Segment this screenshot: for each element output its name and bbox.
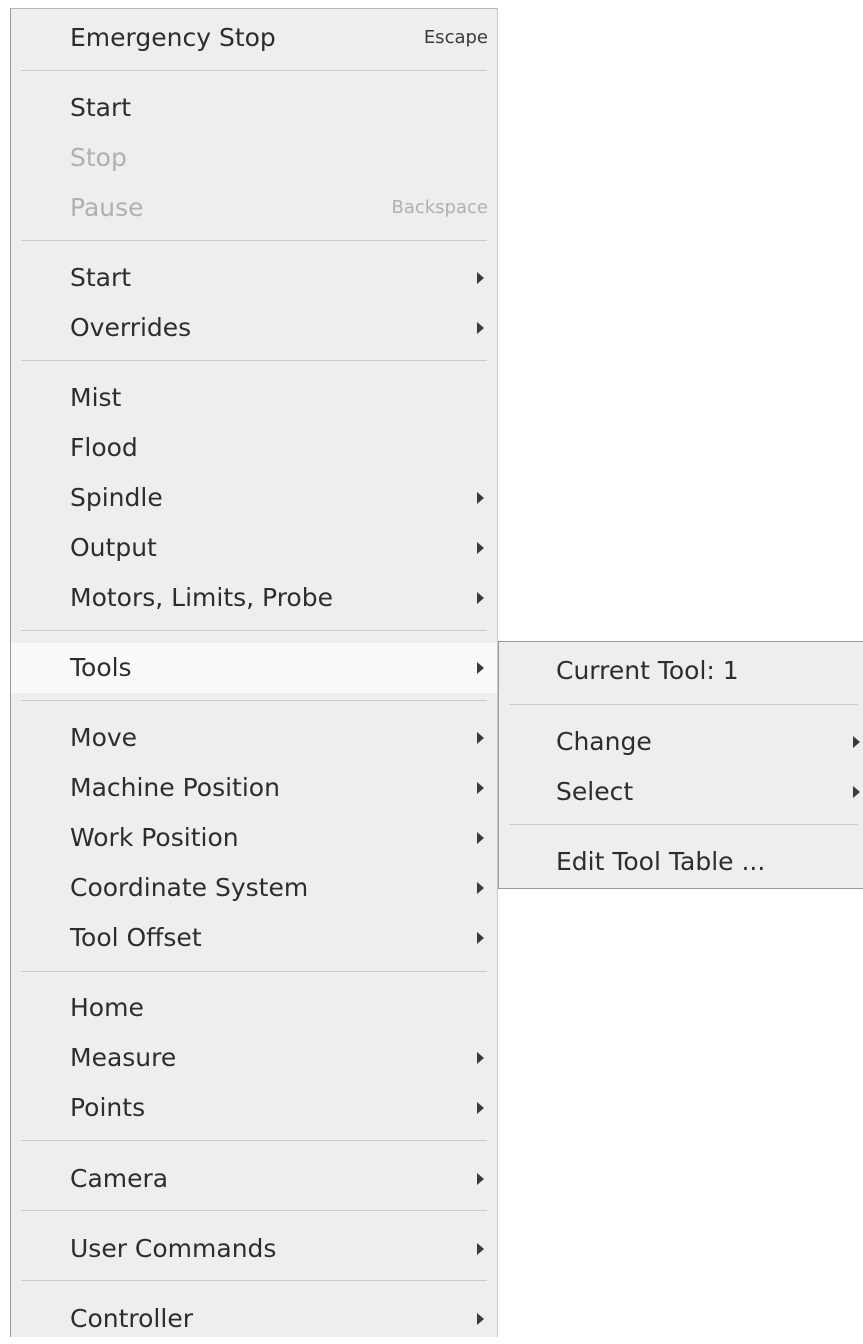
menu-item-mist[interactable]: Mist (11, 373, 497, 423)
menu-item-camera[interactable]: Camera (11, 1154, 497, 1204)
submenu-arrow-icon (477, 882, 484, 894)
menu-item-label: Points (70, 1093, 146, 1122)
menu-item-points[interactable]: Points (11, 1083, 497, 1133)
submenu-arrow-icon (477, 732, 484, 744)
shortcut-label: Escape (423, 27, 488, 48)
menu-separator (21, 70, 487, 71)
menu-item-label: Measure (70, 1043, 177, 1072)
menu-item-label: Start (70, 263, 132, 292)
menu-item-label: Pause (70, 193, 144, 222)
menu-item-coordinate-system[interactable]: Coordinate System (11, 863, 497, 913)
menu-item-label: Tools (70, 653, 132, 682)
menu-item-output[interactable]: Output (11, 523, 497, 573)
menu-separator (21, 360, 487, 361)
submenu-item-select[interactable]: Select (499, 767, 863, 817)
submenu-arrow-icon (477, 1243, 484, 1255)
submenu-arrow-icon (477, 782, 484, 794)
menu-item-tools[interactable]: Tools (11, 643, 497, 693)
submenu-arrow-icon (477, 542, 484, 554)
menu-item-move[interactable]: Move (11, 713, 497, 763)
menu-item-pause: Pause Backspace (11, 183, 497, 233)
menu-separator (21, 1210, 487, 1211)
menu-separator (21, 700, 487, 701)
menu-item-home[interactable]: Home (11, 983, 497, 1033)
submenu-arrow-icon (477, 1052, 484, 1064)
menu-item-label: Motors, Limits, Probe (70, 583, 333, 612)
menu-item-label: Flood (70, 433, 138, 462)
menu-separator (509, 704, 858, 705)
menu-item-overrides[interactable]: Overrides (11, 303, 497, 353)
menu-item-label: Work Position (70, 823, 239, 852)
menu-item-label: Move (70, 723, 138, 752)
submenu-arrow-icon (477, 1102, 484, 1114)
menu-separator (21, 630, 487, 631)
menu-item-label: Tool Offset (70, 923, 202, 952)
menu-item-label: Change (556, 727, 652, 756)
submenu-item-edit-tool-table[interactable]: Edit Tool Table ... (499, 837, 863, 887)
menu-item-label: Output (70, 533, 157, 562)
submenu-arrow-icon (477, 592, 484, 604)
menu-item-label: Current Tool: 1 (556, 656, 739, 685)
menu-item-label: Machine Position (70, 773, 280, 802)
submenu-arrow-icon (477, 1313, 484, 1325)
menu-separator (21, 971, 487, 972)
menu-item-spindle[interactable]: Spindle (11, 473, 497, 523)
context-menu: Emergency Stop Escape Start Stop Pause B… (10, 8, 498, 1337)
menu-separator (509, 824, 858, 825)
menu-item-tool-offset[interactable]: Tool Offset (11, 913, 497, 963)
menu-item-stop: Stop (11, 133, 497, 183)
submenu-arrow-icon (853, 786, 860, 798)
menu-item-emergency-stop[interactable]: Emergency Stop Escape (11, 13, 497, 63)
menu-item-start-submenu[interactable]: Start (11, 253, 497, 303)
menu-item-label: Stop (70, 143, 127, 172)
tools-submenu: Current Tool: 1 Change Select Edit Tool … (498, 641, 863, 889)
submenu-arrow-icon (477, 1173, 484, 1185)
submenu-arrow-icon (477, 272, 484, 284)
submenu-arrow-icon (477, 492, 484, 504)
menu-item-label: Select (556, 777, 634, 806)
menu-item-machine-position[interactable]: Machine Position (11, 763, 497, 813)
submenu-arrow-icon (477, 662, 484, 674)
submenu-arrow-icon (477, 322, 484, 334)
menu-item-label: Overrides (70, 313, 192, 342)
menu-item-user-commands[interactable]: User Commands (11, 1224, 497, 1274)
menu-separator (21, 240, 487, 241)
submenu-arrow-icon (477, 832, 484, 844)
menu-separator (21, 1280, 487, 1281)
menu-item-label: Mist (70, 383, 122, 412)
menu-item-label: Spindle (70, 483, 163, 512)
menu-item-start[interactable]: Start (11, 83, 497, 133)
menu-item-label: Edit Tool Table ... (556, 847, 766, 876)
menu-separator (21, 1140, 487, 1141)
menu-item-label: Coordinate System (70, 873, 309, 902)
submenu-item-change[interactable]: Change (499, 717, 863, 767)
shortcut-label: Backspace (391, 197, 488, 218)
menu-item-label: Home (70, 993, 144, 1022)
menu-item-label: Emergency Stop (70, 23, 276, 52)
menu-item-motors-limits-probe[interactable]: Motors, Limits, Probe (11, 573, 497, 623)
submenu-item-current-tool[interactable]: Current Tool: 1 (499, 646, 863, 696)
menu-item-measure[interactable]: Measure (11, 1033, 497, 1083)
submenu-arrow-icon (477, 932, 484, 944)
menu-item-work-position[interactable]: Work Position (11, 813, 497, 863)
submenu-arrow-icon (853, 736, 860, 748)
menu-item-label: User Commands (70, 1234, 277, 1263)
menu-item-label: Start (70, 93, 132, 122)
menu-item-flood[interactable]: Flood (11, 423, 497, 473)
menu-item-label: Camera (70, 1164, 169, 1193)
